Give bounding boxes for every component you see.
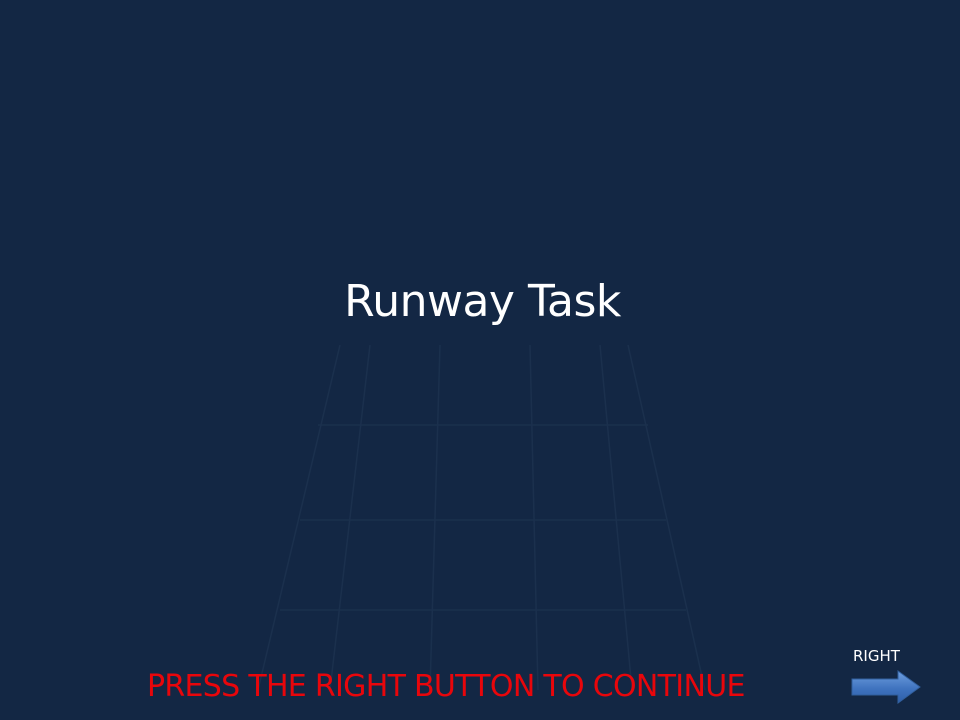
right-arrow-icon[interactable] <box>850 669 922 705</box>
page-title: Runway Task <box>344 276 621 327</box>
runway-background-lines <box>257 344 706 691</box>
continue-instruction: PRESS THE RIGHT BUTTON TO CONTINUE <box>147 669 745 704</box>
right-button-label: RIGHT <box>853 647 900 665</box>
